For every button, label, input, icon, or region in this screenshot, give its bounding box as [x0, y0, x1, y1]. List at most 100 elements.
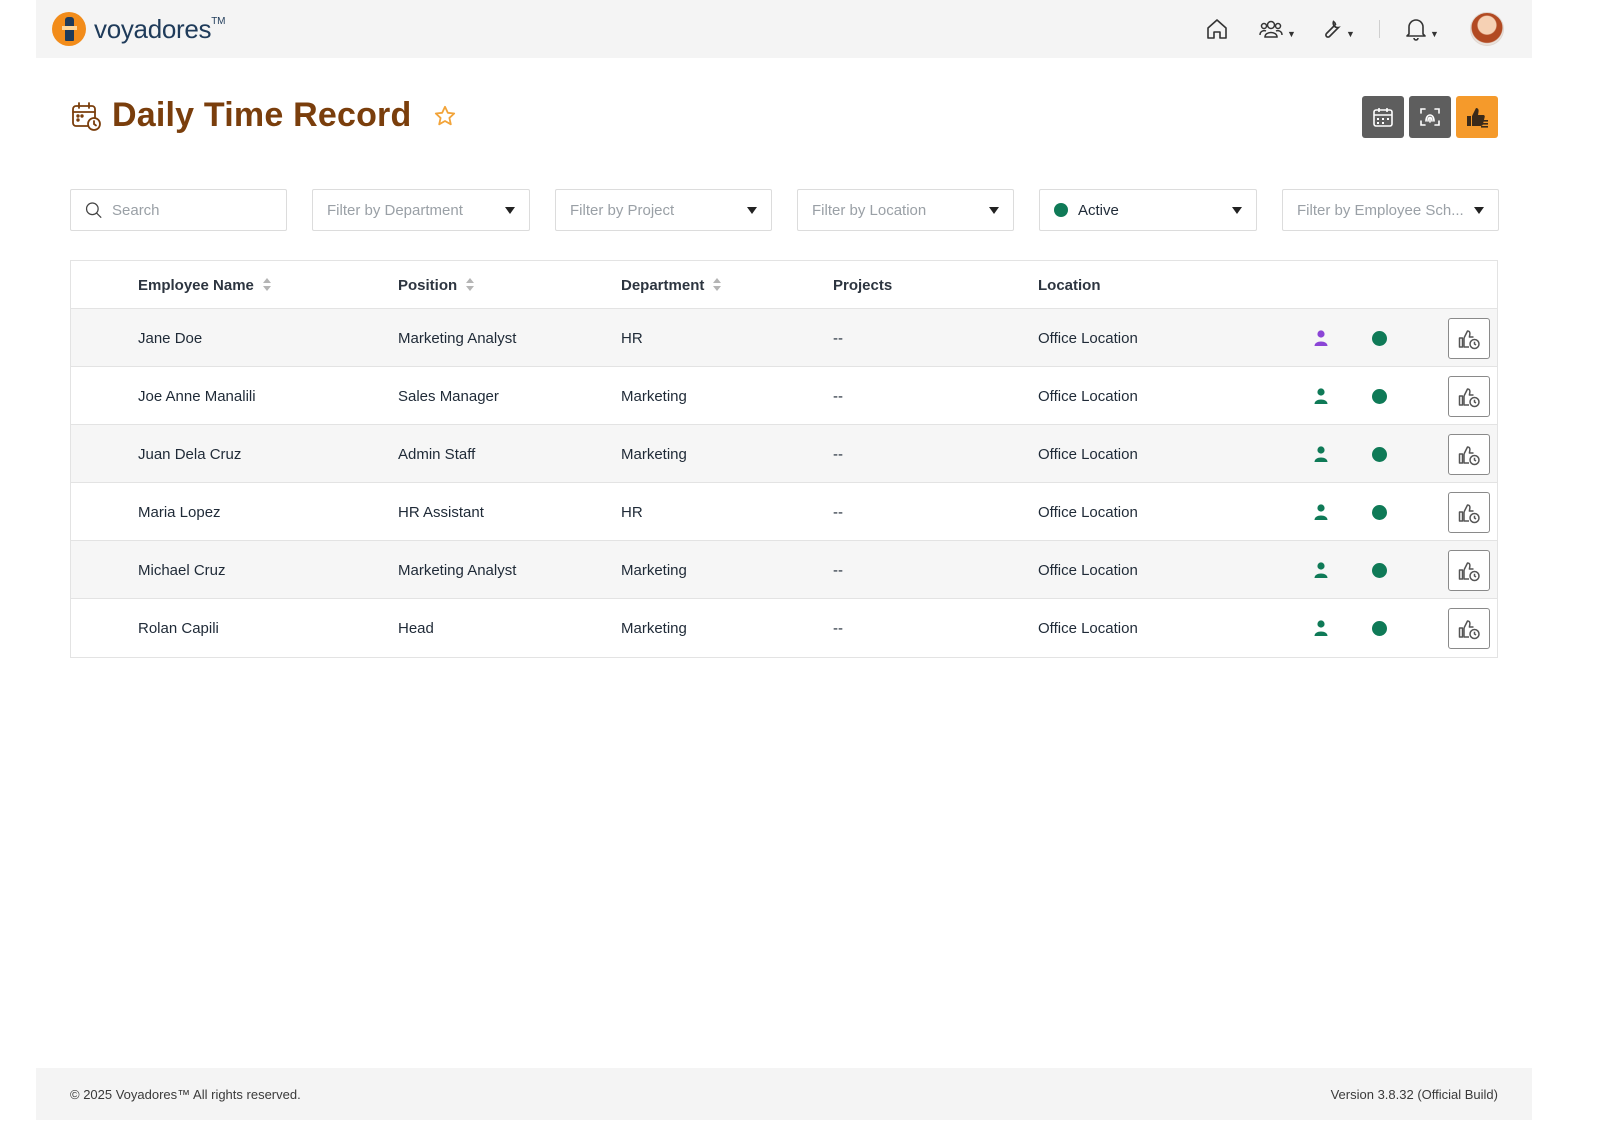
approve-row-button[interactable]: [1448, 550, 1490, 591]
face-scan-icon: [1420, 108, 1440, 126]
projects-cell: --: [833, 329, 843, 347]
employee-name-cell: Juan Dela Cruz: [138, 445, 242, 463]
col-location: Location: [1038, 276, 1101, 294]
table-row[interactable]: Michael Cruz Marketing Analyst Marketing --…: [71, 541, 1497, 599]
notifications-button[interactable]: ▼: [1392, 0, 1452, 58]
lighthouse-logo-icon: [52, 12, 86, 46]
projects-cell: --: [833, 387, 843, 405]
thumbs-up-clock-icon: [1458, 503, 1480, 523]
approve-row-button[interactable]: [1448, 492, 1490, 533]
status-filter[interactable]: Active: [1039, 189, 1257, 231]
location-filter[interactable]: Filter by Location: [797, 189, 1014, 231]
department-cell: Marketing: [621, 387, 687, 405]
location-filter-label: Filter by Location: [812, 201, 927, 219]
location-cell: Office Location: [1038, 329, 1138, 347]
home-icon: [1207, 19, 1227, 39]
status-dot-icon: [1371, 620, 1387, 636]
location-cell: Office Location: [1038, 445, 1138, 463]
chevron-down-icon: ▼: [1346, 29, 1355, 39]
calendar-view-button[interactable]: [1362, 96, 1404, 138]
status-indicator: [1371, 425, 1387, 483]
person-icon: [1313, 367, 1329, 425]
approve-row-button[interactable]: [1448, 376, 1490, 417]
chevron-down-icon: ▼: [1430, 29, 1439, 39]
col-position[interactable]: Position: [398, 261, 475, 309]
position-cell: Admin Staff: [398, 445, 476, 463]
department-cell: Marketing: [621, 619, 687, 637]
position-cell: Sales Manager: [398, 387, 499, 405]
table-row[interactable]: Joe Anne Manalili Sales Manager Marketing -…: [71, 367, 1497, 425]
approve-row-button[interactable]: [1448, 608, 1490, 649]
position-cell: HR Assistant: [398, 503, 484, 521]
filter-bar: Filter by Department Filter by Project F…: [70, 189, 1499, 231]
department-cell: HR: [621, 329, 643, 347]
user-avatar[interactable]: [1470, 12, 1504, 46]
table-header: Employee Name Position Department Projec…: [71, 261, 1497, 309]
projects-cell: --: [833, 619, 843, 637]
top-navbar: voyadoresTM ▼ ▼ ▼: [36, 0, 1532, 58]
col-employee-name[interactable]: Employee Name: [138, 261, 271, 309]
dropdown-arrow-icon: [747, 207, 757, 214]
employee-table: Employee Name Position Department Projec…: [70, 260, 1498, 658]
approve-button[interactable]: [1456, 96, 1498, 138]
location-cell: Office Location: [1038, 619, 1138, 637]
schedule-filter-label: Filter by Employee Sch...: [1297, 201, 1464, 219]
team-icon: [1259, 20, 1283, 38]
app-frame: voyadoresTM ▼ ▼ ▼ Daily Time Record Sear…: [36, 0, 1532, 1144]
employee-name-cell: Joe Anne Manalili: [138, 387, 256, 405]
status-filter-value: Active: [1078, 201, 1119, 219]
page-header: Daily Time Record: [70, 96, 457, 135]
col-department[interactable]: Department: [621, 261, 722, 309]
page-footer: © 2025 Voyadores™ All rights reserved. V…: [36, 1068, 1532, 1120]
status-indicator: [1371, 309, 1387, 367]
app-logo[interactable]: voyadoresTM: [52, 12, 225, 46]
team-menu-button[interactable]: ▼: [1247, 0, 1307, 58]
project-filter[interactable]: Filter by Project: [555, 189, 772, 231]
table-row[interactable]: Juan Dela Cruz Admin Staff Marketing -- Offi…: [71, 425, 1497, 483]
dropdown-arrow-icon: [505, 207, 515, 214]
face-scan-button[interactable]: [1409, 96, 1451, 138]
calendar-icon: [1373, 108, 1393, 127]
calendar-clock-icon: [72, 101, 101, 131]
approve-row-button[interactable]: [1448, 318, 1490, 359]
dropdown-arrow-icon: [1232, 207, 1242, 214]
status-dot-icon: [1371, 504, 1387, 520]
person-icon: [1313, 425, 1329, 483]
employee-name-cell: Maria Lopez: [138, 503, 221, 521]
status-dot-icon: [1371, 388, 1387, 404]
table-body: Jane Doe Marketing Analyst HR -- Office Loca…: [71, 309, 1497, 657]
thumbs-up-clock-icon: [1458, 329, 1480, 349]
department-filter[interactable]: Filter by Department: [312, 189, 530, 231]
table-row[interactable]: Maria Lopez HR Assistant HR -- Office Locati…: [71, 483, 1497, 541]
table-row[interactable]: Jane Doe Marketing Analyst HR -- Office Loca…: [71, 309, 1497, 367]
thumbs-up-clock-icon: [1458, 387, 1480, 407]
page-title: Daily Time Record: [112, 96, 412, 134]
sort-icon: [262, 278, 271, 292]
schedule-filter[interactable]: Filter by Employee Sch...: [1282, 189, 1499, 231]
approve-row-button[interactable]: [1448, 434, 1490, 475]
department-cell: Marketing: [621, 445, 687, 463]
thumbs-up-clock-icon: [1458, 619, 1480, 639]
wrench-icon: [1325, 20, 1341, 38]
tools-menu-button[interactable]: ▼: [1307, 0, 1367, 58]
department-cell: HR: [621, 503, 643, 521]
dropdown-arrow-icon: [989, 207, 999, 214]
status-dot-icon: [1371, 330, 1387, 346]
favorite-star-icon[interactable]: [433, 104, 457, 128]
position-cell: Head: [398, 619, 434, 637]
person-icon: [1313, 483, 1329, 541]
projects-cell: --: [833, 445, 843, 463]
position-cell: Marketing Analyst: [398, 561, 517, 579]
table-row[interactable]: Rolan Capili Head Marketing -- Office Locati…: [71, 599, 1497, 657]
employee-name-cell: Jane Doe: [138, 329, 203, 347]
department-cell: Marketing: [621, 561, 687, 579]
search-box[interactable]: [70, 189, 287, 231]
thumbs-up-clock-icon: [1458, 445, 1480, 465]
home-button[interactable]: [1187, 0, 1247, 58]
dropdown-arrow-icon: [1474, 207, 1484, 214]
search-input[interactable]: [112, 201, 272, 219]
thumbs-up-clock-icon: [1458, 561, 1480, 581]
nav-divider: [1379, 20, 1380, 38]
bell-icon: [1406, 19, 1426, 41]
project-filter-label: Filter by Project: [570, 201, 675, 219]
